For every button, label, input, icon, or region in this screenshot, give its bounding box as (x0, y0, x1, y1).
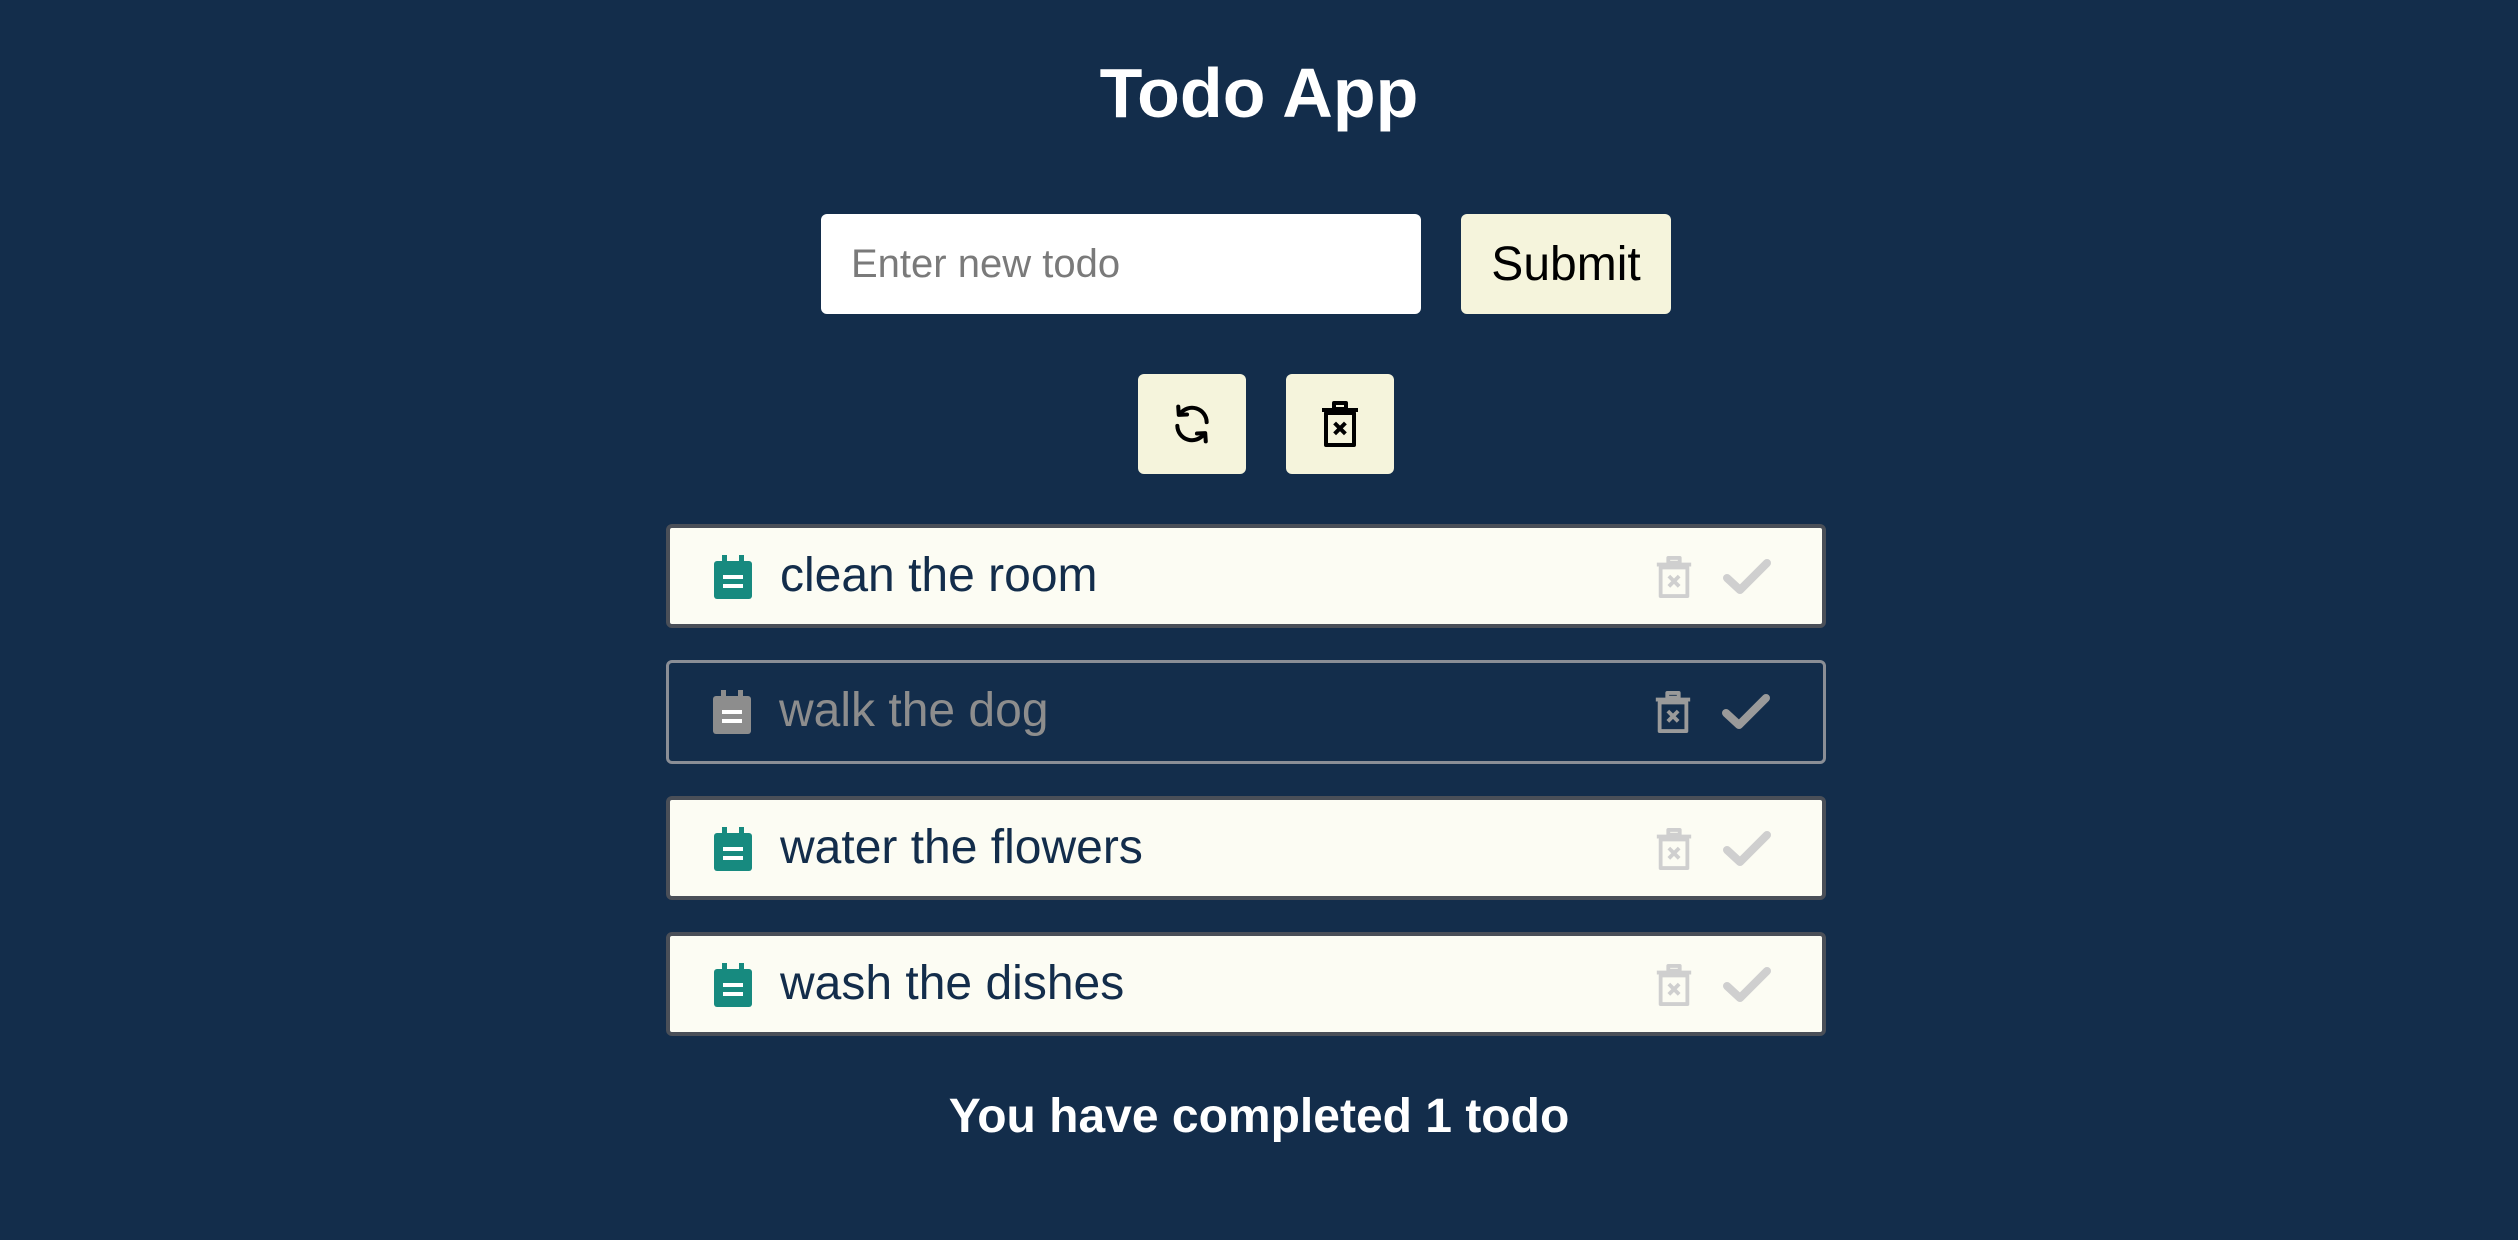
clipboard-icon (713, 690, 751, 734)
todo-text: walk the dog (779, 684, 1049, 737)
todo-text: clean the room (780, 549, 1098, 602)
todo-text: wash the dishes (780, 957, 1125, 1010)
clipboard-icon (714, 963, 752, 1007)
clipboard-icon (714, 827, 752, 871)
delete-todo-button[interactable] (1654, 556, 1694, 598)
refresh-button[interactable] (1138, 374, 1246, 474)
completion-summary: You have completed 1 todo (948, 1090, 1570, 1143)
new-todo-input[interactable] (821, 214, 1421, 314)
app-title: Todo App (1099, 54, 1419, 132)
complete-todo-button[interactable] (1722, 966, 1772, 1004)
submit-button[interactable]: Submit (1461, 214, 1671, 314)
todo-item[interactable]: wash the dishes (666, 932, 1826, 1036)
complete-todo-button[interactable] (1722, 830, 1772, 868)
todo-item[interactable]: water the flowers (666, 796, 1826, 900)
complete-todo-button[interactable] (1721, 693, 1771, 731)
clipboard-icon (714, 555, 752, 599)
delete-todo-button[interactable] (1654, 964, 1694, 1006)
clear-all-button[interactable] (1286, 374, 1394, 474)
delete-todo-button[interactable] (1654, 828, 1694, 870)
todo-item[interactable]: clean the room (666, 524, 1826, 628)
complete-todo-button[interactable] (1722, 558, 1772, 596)
trash-x-icon (1320, 401, 1360, 447)
todo-text: water the flowers (780, 821, 1143, 874)
refresh-icon (1170, 402, 1214, 446)
delete-todo-button[interactable] (1653, 691, 1693, 733)
todo-item[interactable]: walk the dog (666, 660, 1826, 764)
